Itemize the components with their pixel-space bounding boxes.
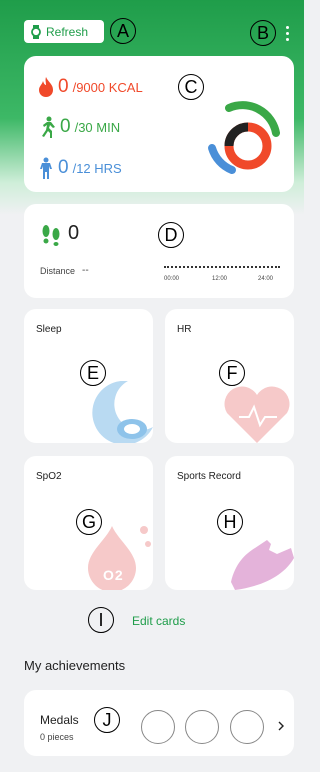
standing-person-icon <box>40 157 52 179</box>
watch-icon <box>31 24 41 39</box>
sleep-title: Sleep <box>36 324 62 335</box>
spo2-glyph: O2 <box>103 567 124 583</box>
footprints-icon <box>42 225 60 246</box>
activity-card[interactable]: 0 /9000 KCAL 0 /30 MIN 0 /12 HRS C <box>24 56 294 192</box>
sleep-card[interactable]: Sleep E <box>24 309 153 443</box>
standing-value: 0 <box>58 157 69 178</box>
annotation-marker: B <box>250 20 276 46</box>
exercise-goal: /30 MIN <box>74 120 121 135</box>
calories-metric: 0 /9000 KCAL <box>38 76 143 98</box>
running-person-icon <box>42 116 55 138</box>
edit-cards-link[interactable]: Edit cards <box>132 614 185 628</box>
refresh-label: Refresh <box>46 24 89 39</box>
medals-count: 0 pieces <box>40 732 74 742</box>
calories-goal: /9000 KCAL <box>72 80 143 95</box>
sports-record-card[interactable]: Sports Record H <box>165 456 294 590</box>
exercise-value: 0 <box>60 116 71 137</box>
heart-icon <box>224 386 290 443</box>
moon-icon <box>92 381 153 443</box>
calories-value: 0 <box>58 76 69 97</box>
annotation-marker: H <box>217 509 243 535</box>
time-label: 24:00 <box>258 276 274 282</box>
standing-goal: /12 HRS <box>72 161 122 176</box>
exercise-metric: 0 /30 MIN <box>38 116 120 138</box>
flame-icon <box>39 77 53 97</box>
time-label: 00:00 <box>164 276 180 282</box>
annotation-marker: C <box>178 74 204 100</box>
annotation-marker: D <box>158 222 184 248</box>
medals-label: Medals <box>40 713 79 727</box>
activity-rings <box>208 101 280 174</box>
spo2-card[interactable]: SpO2 G O2 <box>24 456 153 590</box>
annotation-marker: F <box>219 360 245 386</box>
distance-label: Distance <box>40 266 76 276</box>
steps-value: 0 <box>68 222 80 244</box>
sneaker-icon <box>231 540 294 590</box>
spo2-title: SpO2 <box>36 471 62 482</box>
annotation-marker: J <box>94 707 120 733</box>
steps-card[interactable]: 0 Distance -- D 00:00 12:00 24:00 <box>24 204 294 298</box>
standing-metric: 0 /12 HRS <box>38 157 122 179</box>
medal-slot <box>141 710 175 744</box>
chevron-right-icon <box>278 721 284 731</box>
refresh-button[interactable]: Refresh <box>24 20 104 43</box>
annotation-marker: A <box>110 18 136 44</box>
medal-slot <box>185 710 219 744</box>
sports-record-title: Sports Record <box>177 471 241 482</box>
more-options-icon[interactable] <box>286 26 290 42</box>
medal-slot <box>230 710 264 744</box>
hr-title: HR <box>177 324 192 335</box>
distance-value: -- <box>82 265 89 276</box>
hr-card[interactable]: HR F <box>165 309 294 443</box>
steps-timeline <box>164 266 280 268</box>
medals-card[interactable]: Medals 0 pieces J <box>24 690 294 756</box>
time-label: 12:00 <box>212 276 228 282</box>
achievements-title: My achievements <box>24 658 126 673</box>
annotation-marker: I <box>88 607 114 633</box>
